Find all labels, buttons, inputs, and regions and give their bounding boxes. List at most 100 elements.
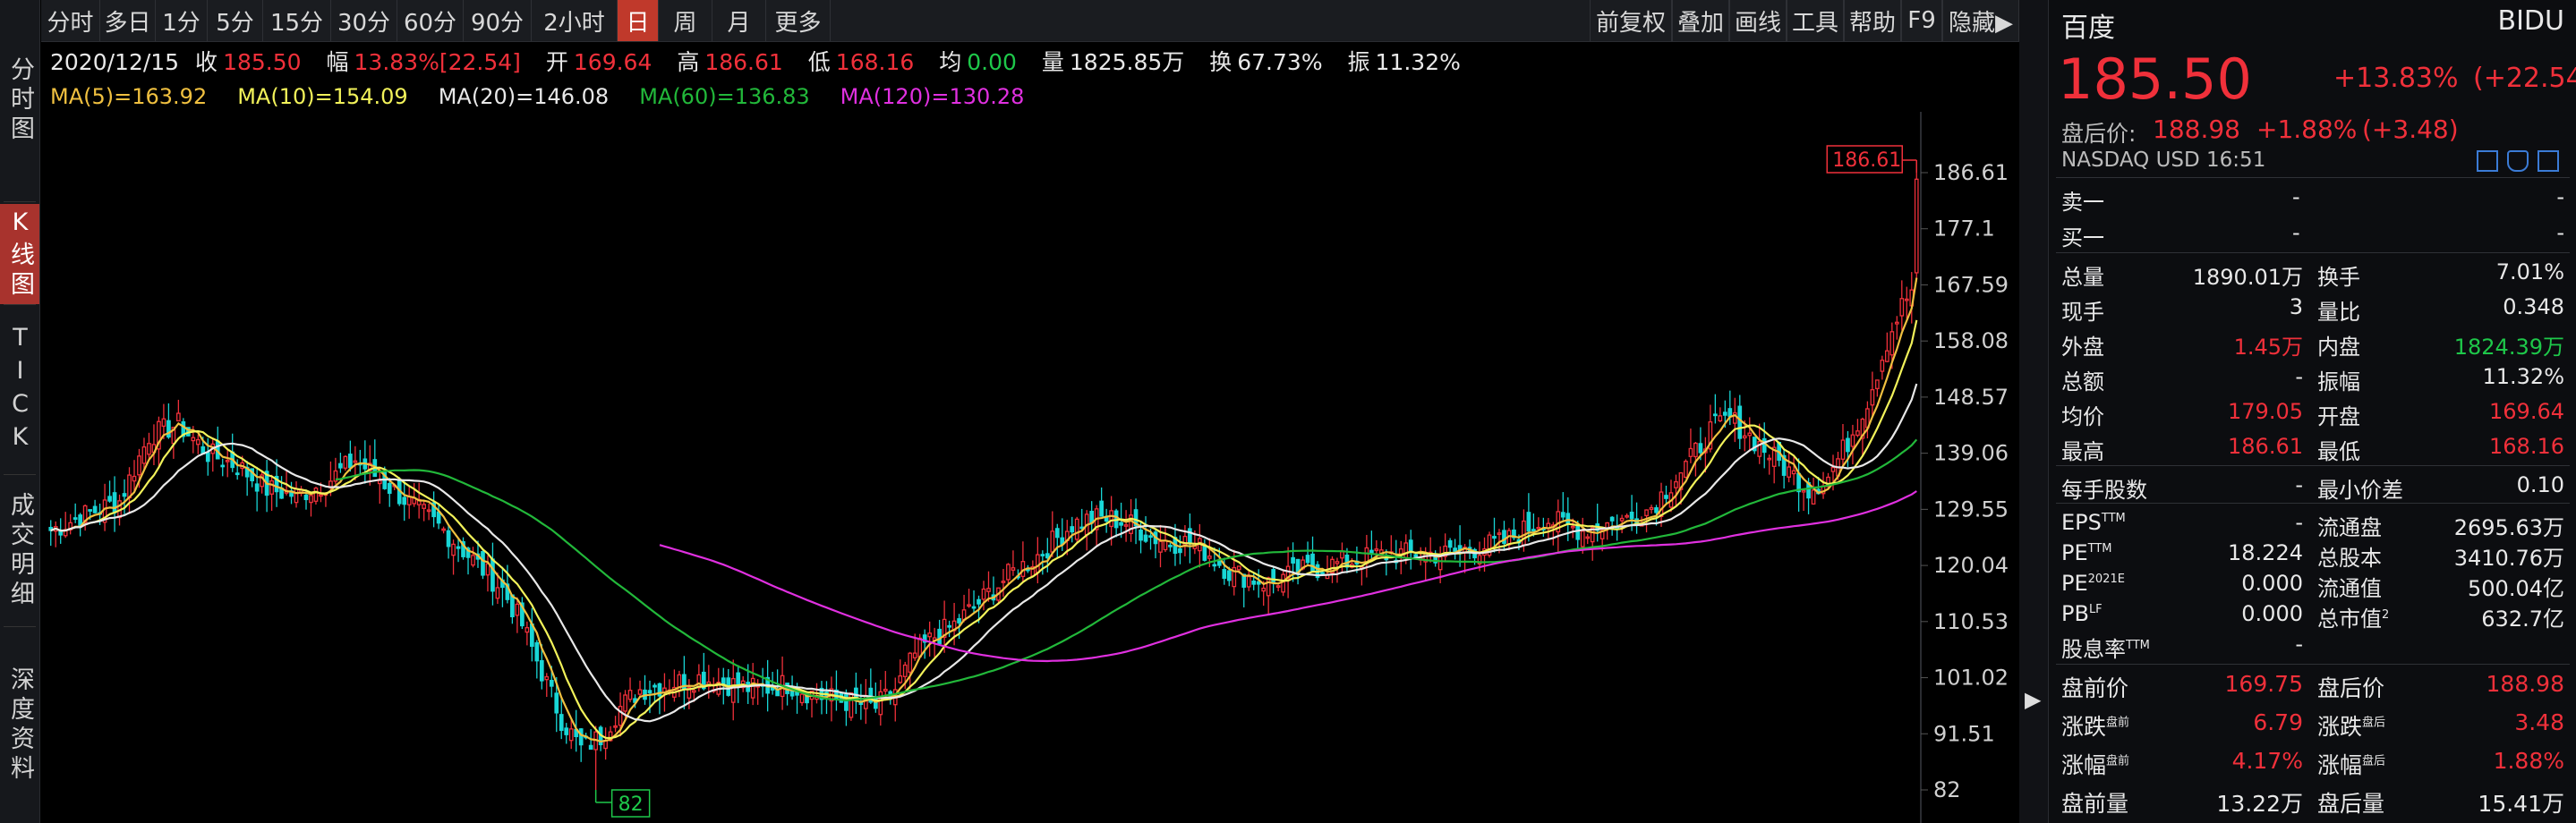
after-hours-price: 188.98	[2153, 115, 2240, 144]
close-label: 收	[195, 49, 218, 75]
candle-body	[1742, 435, 1747, 439]
prepost-suffix: 盘前	[2106, 754, 2130, 768]
tool-button-3[interactable]: 工具	[1787, 0, 1844, 41]
change-label: 幅	[326, 49, 349, 75]
candle-body	[564, 727, 569, 735]
fundamental-name: PE	[2061, 540, 2088, 565]
fundamental-suffix: TTM	[2101, 512, 2126, 525]
candle-body	[441, 528, 446, 531]
sidebar-tab-2[interactable]: TICK	[0, 306, 39, 474]
volume-value: 1825.85万	[1069, 49, 1185, 75]
tool-button-5[interactable]: F9	[1901, 0, 1942, 41]
current-price: 185.50	[2058, 47, 2252, 112]
period-button-2[interactable]: 1分	[156, 0, 208, 41]
max-price-label: 186.61	[1832, 149, 1901, 172]
candle-body	[1718, 415, 1723, 422]
candle-body	[1522, 520, 1526, 546]
candle-body	[1006, 564, 1011, 581]
prepost-value-2: 1.88%	[2493, 748, 2564, 774]
candle-body	[1207, 556, 1212, 559]
period-button-3[interactable]: 5分	[208, 0, 263, 41]
exchange-info: NASDAQ USD 16:51	[2061, 148, 2266, 172]
period-button-8[interactable]: 2小时	[532, 0, 618, 41]
candle-body	[1787, 466, 1791, 478]
change-percent: +13.83%	[2333, 63, 2459, 94]
period-button-0[interactable]: 分时	[41, 0, 100, 41]
sidebar-tab-3[interactable]: 成交明细	[0, 476, 39, 626]
period-button-6[interactable]: 60分	[397, 0, 464, 41]
candle-body	[1531, 529, 1536, 531]
candle-body	[1747, 432, 1753, 437]
sell1-label: 卖一	[2061, 190, 2104, 215]
high-label: 高	[677, 49, 700, 75]
avg-value: 0.00	[967, 49, 1017, 75]
candle-body	[1011, 567, 1016, 571]
prepost-name-2: 涨幅	[2317, 752, 2363, 778]
candle-body	[225, 459, 230, 462]
tool-button-4[interactable]: 帮助	[1844, 0, 1901, 41]
candle-body	[692, 690, 696, 693]
period-button-7[interactable]: 90分	[464, 0, 532, 41]
period-button-11[interactable]: 月	[712, 0, 766, 41]
prepost-label-2: 盘后价	[2317, 671, 2384, 703]
prepost-name-2: 盘后价	[2317, 675, 2385, 701]
prepost-suffix-2: 盘后	[2362, 716, 2386, 730]
ma-legend-2: MA(20)=146.08	[438, 84, 610, 109]
tool-button-0[interactable]: 前复权	[1590, 0, 1672, 41]
period-button-1[interactable]: 多日	[100, 0, 156, 41]
alert-bell-icon[interactable]	[2507, 150, 2529, 172]
stat-value-2: 0.348	[2503, 294, 2564, 319]
candle-body	[1040, 554, 1045, 556]
expand-arrow-icon[interactable]: ▶	[2025, 687, 2041, 712]
candle-body	[319, 494, 323, 497]
turnover-value: 67.73%	[1237, 49, 1323, 75]
add-watchlist-icon[interactable]	[2538, 150, 2559, 172]
fundamental-value: -	[2295, 632, 2303, 657]
candle-body	[1644, 509, 1649, 517]
period-button-4[interactable]: 15分	[263, 0, 331, 41]
tool-button-2[interactable]: 画线	[1729, 0, 1787, 41]
candle-body	[1801, 489, 1806, 493]
candle-body	[627, 690, 633, 700]
low-label: 低	[807, 49, 831, 75]
prepost-value: 169.75	[2224, 671, 2303, 697]
candle-body	[1884, 350, 1889, 362]
candle-body	[1536, 526, 1541, 530]
candle-body	[254, 483, 260, 492]
candle-body	[1894, 321, 1899, 325]
ma-legend-0: MA(5)=163.92	[50, 84, 208, 109]
tool-button-1[interactable]: 叠加	[1672, 0, 1729, 41]
sidebar-tab-4[interactable]: 深度资料	[0, 628, 39, 823]
edit-icon[interactable]	[2477, 150, 2498, 172]
sidebar-tab-0[interactable]: 分时图	[0, 0, 39, 201]
turnover-label: 换	[1209, 49, 1233, 75]
change-amount: (+22.54)	[2473, 63, 2576, 94]
period-button-9[interactable]: 日	[618, 0, 659, 41]
period-button-5[interactable]: 30分	[331, 0, 397, 41]
candle-body	[88, 509, 92, 512]
candle-body	[898, 675, 903, 683]
kline-chart[interactable]: 186.61 177.1 167.59 158.08 148.57 139.06 129.5…	[41, 112, 2019, 823]
candle-body	[161, 418, 166, 428]
period-button-10[interactable]: 周	[659, 0, 712, 41]
candle-body	[1408, 539, 1413, 552]
chart-type-sidebar: 分时图 K线图 TICK 成交明细 深度资料	[0, 0, 40, 823]
candle-body	[73, 517, 78, 520]
candle-body	[1168, 544, 1173, 547]
candle-body	[1684, 461, 1688, 479]
stat-label-2: 换手	[2317, 265, 2360, 290]
prepost-row: 涨跌盘前 6.79 涨跌盘后 3.48	[2049, 704, 2576, 740]
close-value: 185.50	[223, 49, 302, 75]
candle-body	[1830, 467, 1836, 472]
candle-body	[971, 606, 977, 609]
sidebar-tab-1[interactable]: K线图	[0, 204, 39, 304]
candle-body	[1188, 528, 1192, 544]
period-button-12[interactable]: 更多	[766, 0, 831, 41]
tool-button-6[interactable]: 隐藏▶	[1942, 0, 2019, 41]
candle-body	[799, 693, 805, 704]
fundamental-suffix: TTM	[2087, 542, 2112, 556]
buy1-price: -	[2292, 220, 2300, 245]
fundamental-value: 0.000	[2241, 571, 2303, 596]
prepost-name: 盘前价	[2061, 675, 2129, 701]
candle-body	[957, 618, 961, 624]
